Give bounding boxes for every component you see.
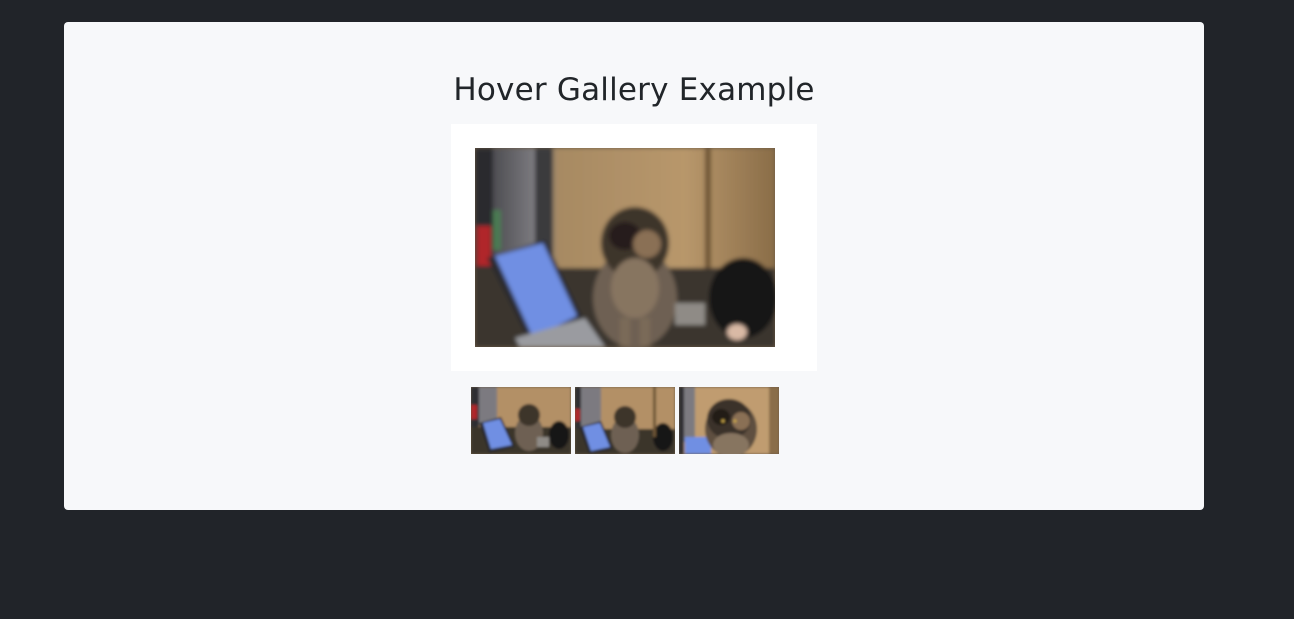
thumbnail-2[interactable] [575, 387, 675, 454]
thumbnail-3[interactable] [679, 387, 779, 454]
main-image [475, 148, 775, 347]
gallery-card: Hover Gallery Example [64, 22, 1204, 510]
main-image-frame [451, 124, 817, 371]
page-title: Hover Gallery Example [453, 72, 815, 108]
thumbnail-1[interactable] [471, 387, 571, 454]
